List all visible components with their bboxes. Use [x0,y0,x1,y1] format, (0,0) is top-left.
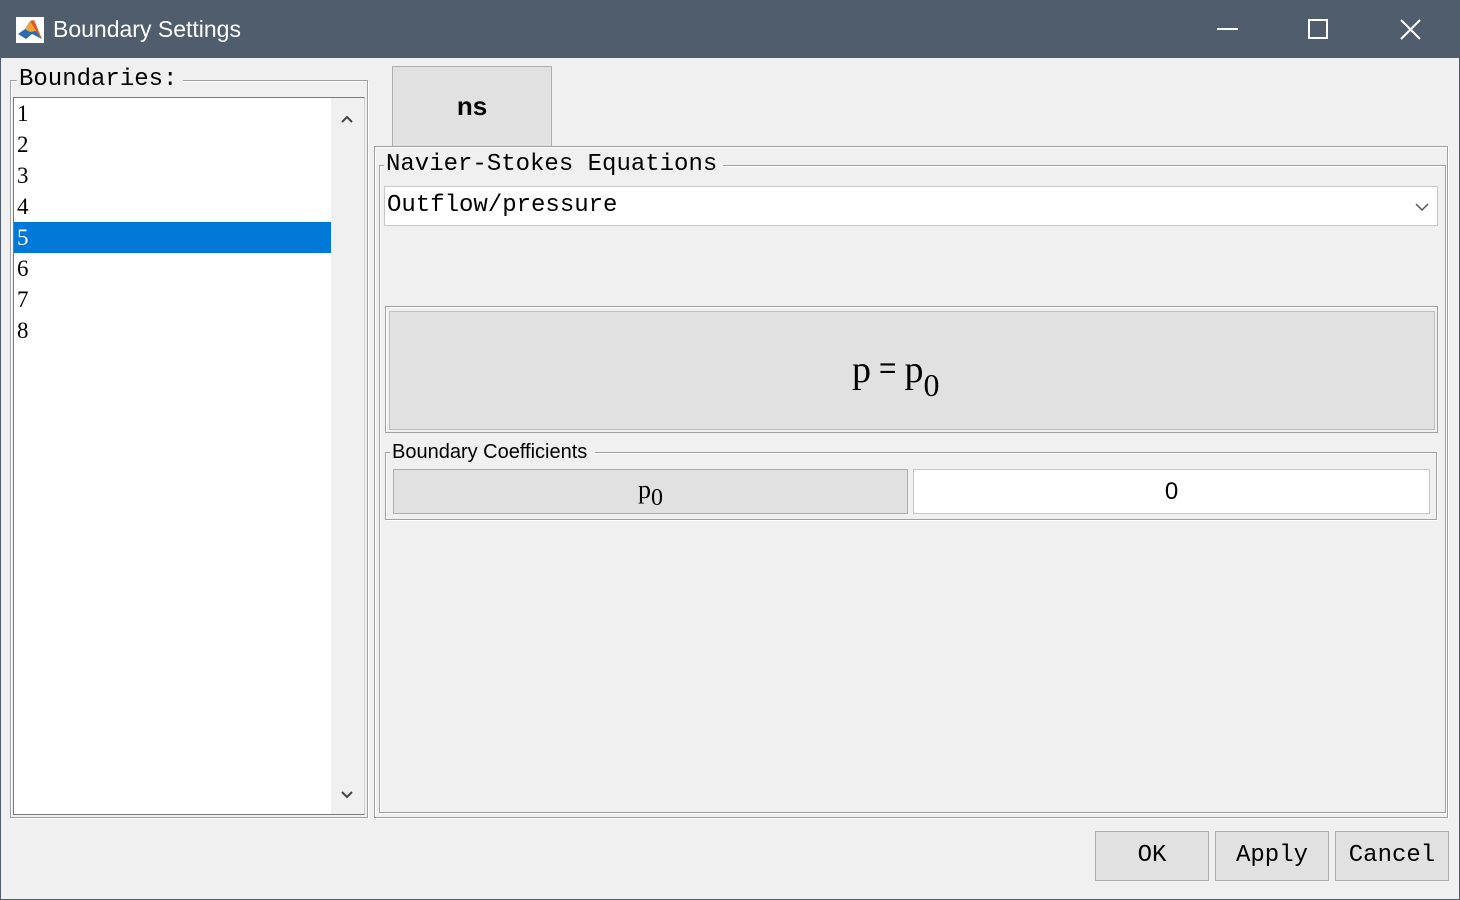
list-item[interactable]: 7 [14,284,332,315]
list-item[interactable]: 8 [14,315,332,346]
list-item[interactable]: 3 [14,160,332,191]
cancel-button[interactable]: Cancel [1335,831,1449,881]
boundaries-label: Boundaries: [17,67,184,93]
chevron-up-icon [331,115,364,140]
navier-stokes-label: Navier-Stokes Equations [384,152,724,178]
minimize-button[interactable] [1180,0,1272,58]
ok-button[interactable]: OK [1095,831,1209,881]
equation-lhs: p [852,349,871,391]
tab-ns[interactable]: ns [392,66,552,146]
list-item[interactable]: 6 [14,253,332,284]
matlab-icon [16,17,44,43]
scroll-up-button[interactable] [331,102,364,136]
coefficient-subscript: 0 [651,485,663,511]
apply-button[interactable]: Apply [1215,831,1329,881]
chevron-down-icon[interactable] [1407,187,1437,225]
chevron-down-icon [331,791,364,816]
condition-type-value: Outflow/pressure [387,192,618,219]
maximize-button[interactable] [1272,0,1364,58]
title-bar[interactable]: Boundary Settings [0,0,1460,58]
listbox-scrollbar[interactable] [331,98,364,814]
list-item[interactable]: 4 [14,191,332,222]
condition-type-select[interactable]: Outflow/pressure [384,186,1438,226]
equation-display: p = p0 [389,311,1435,430]
boundaries-list-items: 1 2 3 4 5 6 7 8 [14,98,332,346]
equation-rhs-subscript: 0 [923,367,940,403]
boundaries-listbox[interactable]: 1 2 3 4 5 6 7 8 [13,97,365,815]
coefficient-input-p0[interactable]: 0 [913,469,1430,514]
boundary-coefficients-label: Boundary Coefficients [390,441,596,463]
equation-rhs: p [904,349,924,391]
scroll-down-button[interactable] [331,778,364,812]
coefficient-symbol: p [638,475,651,504]
close-button[interactable] [1364,0,1456,58]
coefficient-label-p0: p0 [393,469,908,514]
window-title: Boundary Settings [53,16,241,42]
list-item-selected[interactable]: 5 [14,222,332,253]
equation-operator: = [879,352,897,385]
equation-text: p = p0 [852,348,940,404]
list-item[interactable]: 1 [14,98,332,129]
list-item[interactable]: 2 [14,129,332,160]
